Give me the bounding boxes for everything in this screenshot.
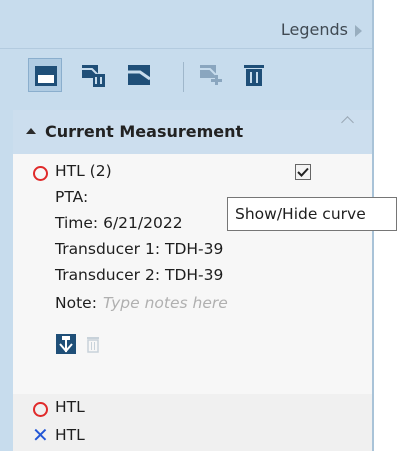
trash-button[interactable] [238,58,272,92]
trash-disabled-icon [87,337,99,353]
legend-toolbar [0,50,372,106]
delete-note-button[interactable] [83,334,103,354]
tooltip: Show/Hide curve [227,197,397,231]
add-curve-icon [200,65,222,85]
list-item-selected[interactable]: HTL (2) PTA: Time: 6/21/2022 Transducer … [13,154,372,394]
scroll-up-icon[interactable] [341,116,354,129]
note-input[interactable]: Type notes here [103,294,228,312]
tooltip-text: Show/Hide curve [235,205,366,223]
checkmark-icon [297,167,309,177]
delete-curve-icon [82,65,105,87]
curve-label: HTL [55,398,85,416]
toolbar-separator [183,62,184,92]
collapse-icon [128,65,150,85]
blue-x-marker-icon: ✕ [32,423,49,447]
collapse-button[interactable] [122,58,156,92]
list-item[interactable]: ✕ HTL [13,422,372,450]
curve-label: HTL (2) [55,162,112,180]
time-label: Time: 6/21/2022 [55,214,183,232]
legend-view-button[interactable] [28,58,62,92]
header-divider [0,48,372,49]
expand-arrow-icon[interactable] [355,25,362,37]
red-circle-marker-icon [33,166,48,181]
legend-list: Current Measurement HTL (2) PTA: Time: 6… [13,110,372,451]
transducer-1-label: Transducer 1: TDH-39 [55,240,224,258]
red-circle-marker-icon [33,402,48,417]
legends-title: Legends [280,20,348,39]
marker-style-button[interactable] [56,334,76,354]
transducer-2-label: Transducer 2: TDH-39 [55,266,224,284]
marker-style-icon [56,334,76,354]
collapse-caret-icon[interactable] [26,128,36,134]
legends-header[interactable]: Legends [0,16,372,48]
delete-curve-button[interactable] [76,58,110,92]
trash-icon [244,65,264,86]
note-label: Note: [55,294,97,312]
legend-view-icon [35,66,57,86]
curve-label: HTL [55,426,85,444]
add-curve-button[interactable] [194,58,228,92]
group-header[interactable]: Current Measurement [13,110,372,154]
show-hide-checkbox[interactable] [295,164,311,180]
pta-label: PTA: [55,188,89,206]
list-item[interactable]: HTL [13,394,372,422]
group-title: Current Measurement [45,122,244,141]
